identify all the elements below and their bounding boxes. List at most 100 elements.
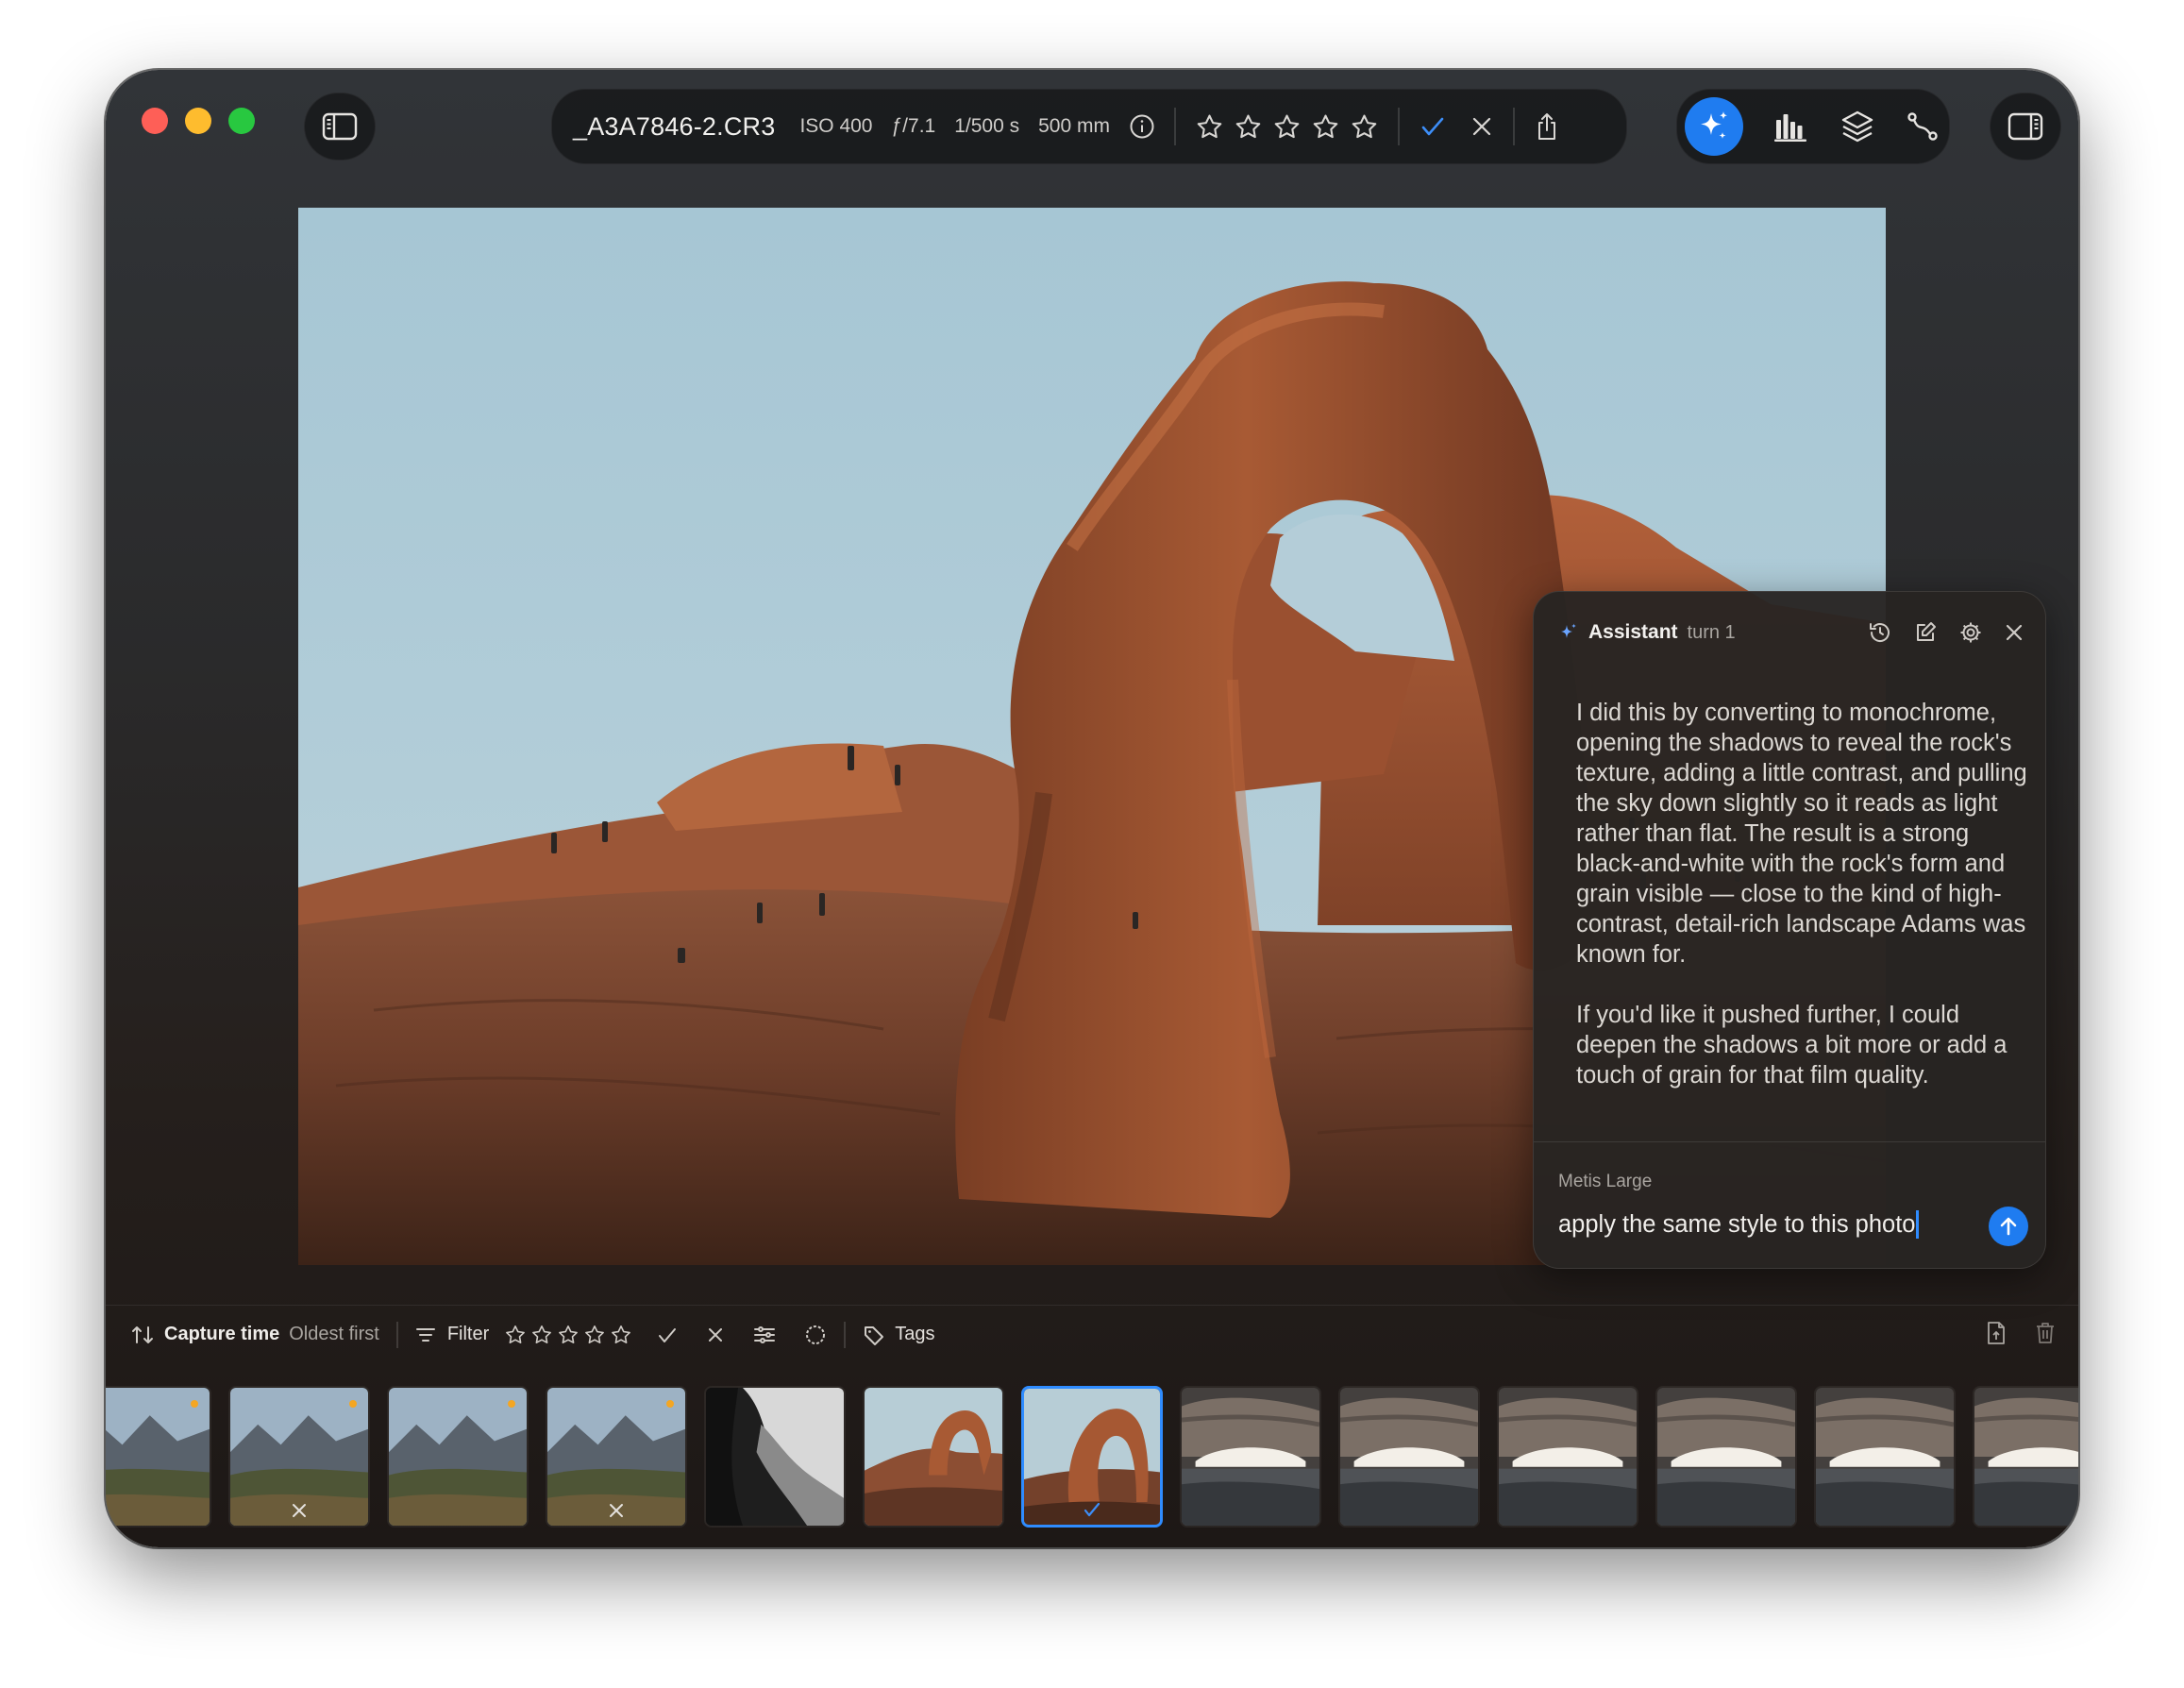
sliders-icon	[754, 1325, 776, 1343]
status-dot	[666, 1400, 674, 1408]
curve-icon	[1907, 112, 1938, 141]
filter-star-3-icon[interactable]	[557, 1324, 580, 1346]
toggle-inspector-button[interactable]	[1990, 93, 2061, 160]
tag-icon	[865, 1325, 884, 1345]
divider	[844, 1321, 847, 1348]
zoom-window-button[interactable]	[228, 108, 255, 134]
star-rating	[1195, 112, 1379, 142]
filmstrip-thumbnail[interactable]	[1180, 1386, 1321, 1528]
minimize-window-button[interactable]	[185, 108, 211, 134]
filter-picked-button[interactable]	[657, 1325, 678, 1345]
photo-info-bar: _A3A7846-2.CR3 ISO 400 ƒ/7.1 1/500 s 500…	[551, 89, 1627, 164]
delete-button[interactable]	[2035, 1321, 2056, 1345]
filter-color-label-button[interactable]	[804, 1324, 827, 1346]
filmstrip-thumbnail[interactable]	[106, 1386, 211, 1528]
settings-button[interactable]	[1958, 620, 1983, 645]
thumbnail-image	[1340, 1388, 1478, 1526]
checkmark-icon	[1421, 117, 1444, 136]
star-1-icon[interactable]	[1195, 112, 1224, 142]
checkmark-icon	[659, 1327, 677, 1342]
text-caret	[1916, 1210, 1920, 1239]
thumbnail-image	[865, 1388, 1002, 1526]
filter-star-1-icon[interactable]	[504, 1324, 527, 1346]
close-icon	[2006, 624, 2023, 641]
assistant-message: I did this by converting to monochrome, …	[1576, 698, 2029, 1121]
sort-button[interactable]	[130, 1324, 155, 1346]
share-button[interactable]	[1534, 111, 1560, 142]
assistant-title: Assistant	[1588, 621, 1678, 643]
x-icon	[1472, 117, 1491, 136]
model-selector[interactable]: Metis Large	[1558, 1172, 1652, 1192]
curves-tool-button[interactable]	[1906, 110, 1940, 143]
export-button[interactable]	[1986, 1321, 2007, 1345]
pick-button[interactable]	[1419, 112, 1447, 141]
histogram-tool-button[interactable]	[1773, 110, 1809, 143]
filmstrip-thumbnail[interactable]	[228, 1386, 370, 1528]
filmstrip-thumbnail[interactable]	[1497, 1386, 1638, 1528]
sort-arrows-icon	[132, 1325, 153, 1343]
thumbnail-image	[706, 1388, 844, 1526]
thumbnail-image	[1657, 1388, 1795, 1526]
filter-rejected-button[interactable]	[706, 1325, 725, 1344]
message-paragraph: I did this by converting to monochrome, …	[1576, 700, 2027, 968]
info-button[interactable]	[1129, 113, 1155, 140]
compose-icon	[1917, 622, 1936, 641]
window-controls	[142, 108, 255, 134]
star-5-icon[interactable]	[1350, 112, 1379, 142]
filmstrip-thumbnail[interactable]	[1338, 1386, 1480, 1528]
reject-button[interactable]	[1470, 114, 1494, 139]
sparkle-icon	[1701, 111, 1727, 139]
shutter-value: 1/500 s	[954, 115, 1020, 137]
tags-button[interactable]: Tags	[895, 1324, 934, 1345]
filmstrip-thumbnail[interactable]	[1655, 1386, 1797, 1528]
close-window-button[interactable]	[142, 108, 168, 134]
send-button[interactable]	[1989, 1207, 2028, 1246]
sidebar-left-icon	[322, 112, 358, 141]
divider	[1512, 108, 1515, 145]
file-name: _A3A7846-2.CR3	[573, 111, 776, 141]
sidebar-right-icon	[2008, 112, 2043, 141]
filter-adjusted-button[interactable]	[753, 1325, 776, 1345]
filmstrip-thumbnail[interactable]	[1973, 1386, 2078, 1528]
status-dot	[191, 1400, 198, 1408]
arrow-up-icon	[2000, 1217, 2017, 1236]
new-chat-button[interactable]	[1913, 620, 1938, 645]
toggle-sidebar-button[interactable]	[304, 93, 376, 160]
export-file-icon	[1988, 1322, 2005, 1344]
filter-lines-icon	[415, 1327, 435, 1342]
app-window: _A3A7846-2.CR3 ISO 400 ƒ/7.1 1/500 s 500…	[106, 70, 2078, 1547]
filmstrip-thumbnail[interactable]	[1814, 1386, 1956, 1528]
star-2-icon[interactable]	[1234, 112, 1263, 142]
history-button[interactable]	[1868, 620, 1892, 645]
filmstrip-thumbnail[interactable]	[546, 1386, 687, 1528]
filter-star-4-icon[interactable]	[583, 1324, 606, 1346]
pick-flag-icon	[1084, 1502, 1100, 1517]
filmstrip-thumbnail[interactable]	[387, 1386, 529, 1528]
histogram-icon	[1774, 114, 1806, 142]
thumbnail-image	[1499, 1388, 1637, 1526]
star-4-icon[interactable]	[1311, 112, 1340, 142]
filmstrip-thumbnail[interactable]	[863, 1386, 1004, 1528]
prompt-input[interactable]: apply the same style to this photo	[1558, 1206, 1974, 1243]
filmstrip	[106, 1376, 2078, 1528]
filmstrip-thumbnail[interactable]	[1021, 1386, 1163, 1528]
reject-flag-icon	[293, 1504, 306, 1517]
trash-icon	[2037, 1323, 2054, 1343]
filter-star-5-icon[interactable]	[610, 1324, 632, 1346]
status-dot	[349, 1400, 357, 1408]
thumbnail-image	[1974, 1388, 2078, 1526]
assistant-header: Assistant turn 1	[1558, 616, 2024, 649]
filmstrip-thumbnail[interactable]	[704, 1386, 846, 1528]
filter-star-2-icon[interactable]	[530, 1324, 553, 1346]
star-3-icon[interactable]	[1272, 112, 1302, 142]
filter-button[interactable]: Filter	[447, 1324, 489, 1345]
assistant-turn: turn 1	[1687, 621, 1736, 643]
sort-order[interactable]: Oldest first	[289, 1324, 379, 1345]
reject-flag-icon	[610, 1504, 623, 1517]
circle-dashed-icon	[806, 1325, 826, 1344]
assistant-tool-button[interactable]	[1685, 97, 1743, 156]
layers-tool-button[interactable]	[1840, 109, 1875, 144]
close-assistant-button[interactable]	[2004, 622, 2024, 643]
sort-field[interactable]: Capture time	[164, 1324, 279, 1345]
thumbnail-image	[389, 1388, 527, 1526]
